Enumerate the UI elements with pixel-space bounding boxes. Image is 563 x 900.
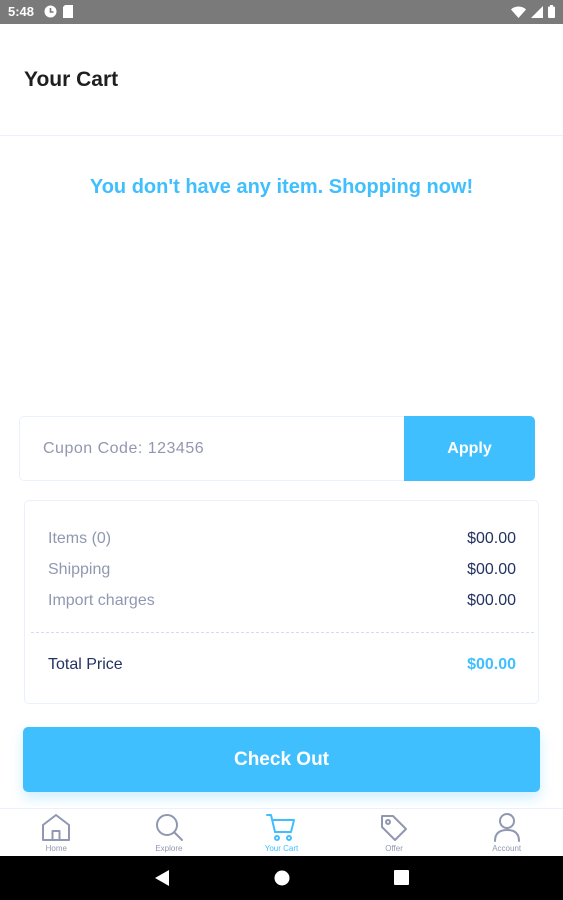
home-circle-icon[interactable] (274, 870, 290, 886)
summary-divider (31, 632, 534, 633)
status-time: 5:48 (8, 4, 35, 19)
system-navigation-bar (0, 856, 563, 900)
apply-coupon-button[interactable]: Apply (404, 416, 535, 481)
coupon-row: Apply (19, 416, 535, 481)
page-title: Your Cart (24, 68, 119, 91)
summary-label: Shipping (48, 561, 111, 578)
cart-icon (266, 814, 296, 841)
user-icon (493, 813, 520, 842)
status-right-icons (511, 5, 555, 18)
search-icon (155, 814, 183, 841)
signal-icon (531, 5, 543, 18)
nav-label: Your Cart (264, 844, 299, 853)
nav-item-home[interactable]: Home (0, 809, 113, 856)
summary-row-items: Items (0) $00.00 (48, 530, 516, 552)
summary-label: Import charges (48, 592, 155, 609)
summary-value: $00.00 (467, 592, 516, 609)
summary-value: $00.00 (467, 561, 516, 578)
home-icon (42, 814, 71, 841)
bottom-nav: Home Explore Your Cart Offer Account (0, 808, 563, 856)
battery-icon (548, 5, 555, 18)
total-price-value: $00.00 (467, 656, 516, 673)
nav-label: Account (492, 844, 522, 853)
nav-item-your-cart[interactable]: Your Cart (225, 809, 338, 856)
nav-label: Home (45, 844, 67, 853)
nav-item-account[interactable]: Account (450, 809, 563, 856)
status-left-icons (44, 5, 73, 18)
check-out-button[interactable]: Check Out (23, 727, 540, 792)
summary-value: $00.00 (467, 530, 516, 547)
nav-item-offer[interactable]: Offer (338, 809, 451, 856)
recents-icon[interactable] (394, 870, 409, 885)
nav-label: Offer (385, 844, 403, 853)
back-icon[interactable] (155, 870, 169, 886)
summary-row-import-charges: Import charges $00.00 (48, 592, 516, 614)
status-bar: 5:48 (0, 0, 563, 24)
nav-item-explore[interactable]: Explore (113, 809, 226, 856)
sd-card-icon (63, 5, 73, 18)
empty-cart-message[interactable]: You don't have any item. Shopping now! (0, 176, 563, 199)
order-summary-card: Items (0) $00.00 Shipping $00.00 Import … (24, 500, 539, 704)
coupon-code-input[interactable] (20, 417, 404, 480)
summary-row-total: Total Price $00.00 (48, 656, 516, 678)
tag-icon (381, 815, 408, 841)
wifi-icon (511, 6, 526, 18)
nav-label: Explore (155, 844, 183, 853)
summary-label: Items (0) (48, 530, 112, 547)
total-price-label: Total Price (48, 656, 123, 673)
summary-row-shipping: Shipping $00.00 (48, 561, 516, 583)
app-header: Your Cart (0, 24, 563, 136)
notification-icon (44, 5, 57, 18)
